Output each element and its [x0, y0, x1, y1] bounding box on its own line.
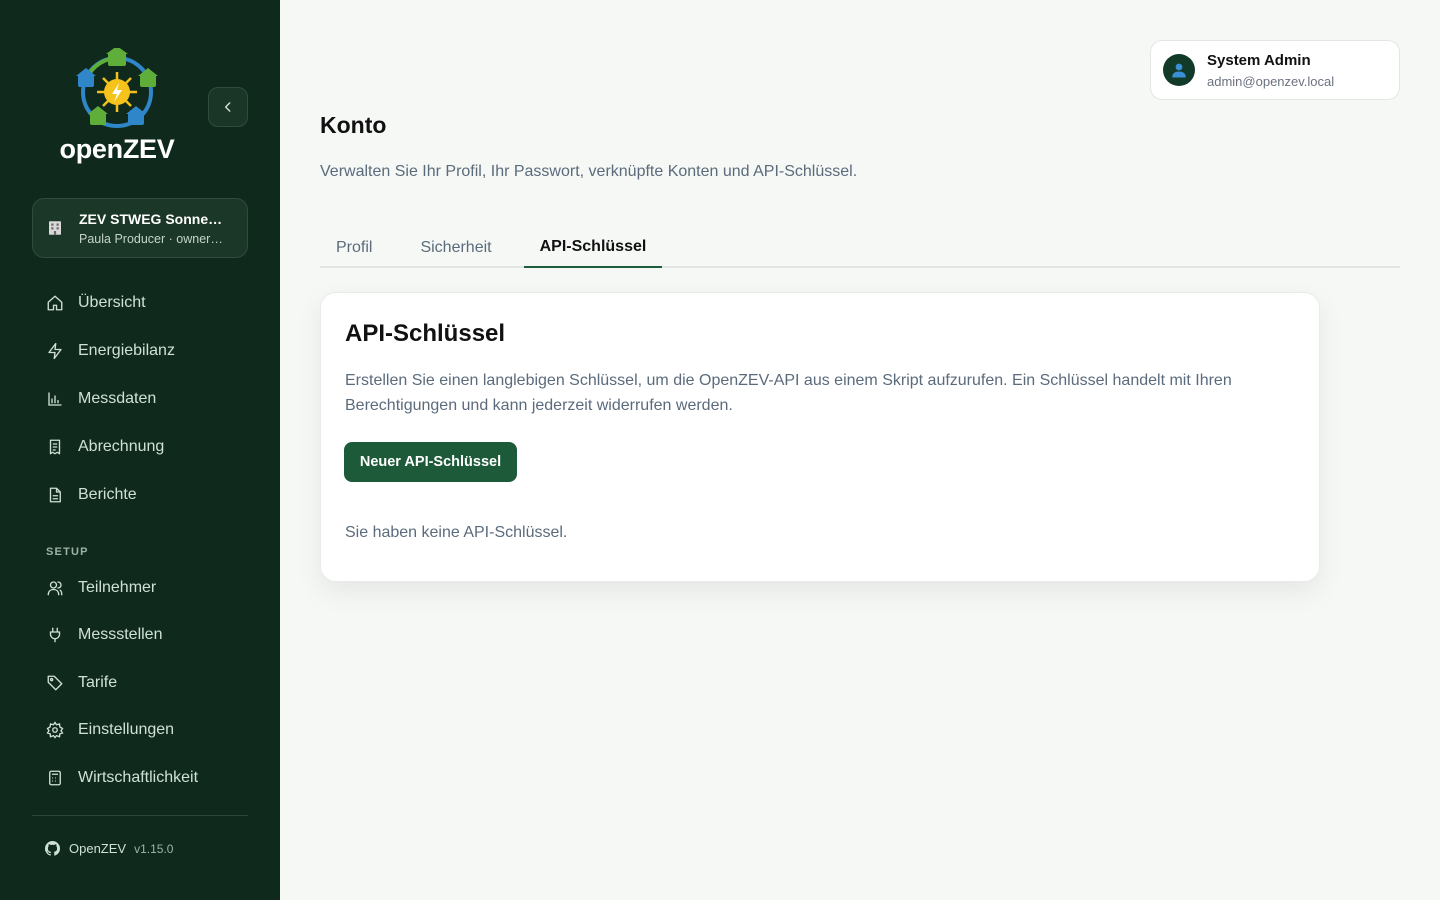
nav-section-setup: SETUP — [46, 546, 89, 558]
version-link[interactable]: OpenZEV v1.15.0 — [44, 840, 173, 857]
nav-item-label: Abrechnung — [78, 438, 165, 455]
sidebar-divider — [32, 815, 248, 816]
app-name: OpenZEV — [69, 841, 127, 856]
avatar — [1163, 54, 1195, 86]
settings-icon — [46, 721, 64, 739]
nav-item-teilnehmer[interactable]: Teilnehmer — [32, 564, 248, 612]
nav-item-abrechnung[interactable]: Abrechnung — [32, 423, 248, 471]
user-menu[interactable]: System Admin admin@openzev.local — [1150, 40, 1400, 100]
sun-houses-logo-icon — [76, 46, 158, 128]
tag-icon — [47, 675, 63, 691]
plug-icon — [49, 627, 61, 643]
account-tabs: Profil Sicherheit API-Schlüssel — [320, 228, 1400, 268]
bar-chart-icon — [48, 392, 62, 406]
organization-subtitle: Paula Producer · owner… — [79, 231, 223, 246]
nav-item-label: Energiebilanz — [78, 342, 175, 359]
user-email: admin@openzev.local — [1207, 73, 1335, 89]
collapse-sidebar-button[interactable] — [208, 87, 248, 127]
nav-item-einstellungen[interactable]: Einstellungen — [32, 707, 248, 755]
nav-item-tarife[interactable]: Tarife — [32, 659, 248, 707]
nav-item-label: Einstellungen — [78, 721, 175, 739]
user-avatar-icon — [1172, 63, 1186, 78]
app-version: v1.15.0 — [134, 841, 174, 856]
user-name: System Admin — [1207, 51, 1311, 69]
receipt-icon — [49, 439, 61, 455]
building-icon — [45, 218, 65, 238]
lightning-icon — [48, 342, 62, 360]
nav-item-label: Teilnehmer — [78, 578, 157, 596]
nav-item-berichte[interactable]: Berichte — [32, 471, 248, 519]
nav-item-label: Wirtschaftlichkeit — [78, 768, 199, 786]
nav-item-uebersicht[interactable]: Übersicht — [32, 279, 248, 327]
brand-name: openZEV — [59, 134, 175, 164]
tab-profil[interactable]: Profil — [320, 228, 388, 268]
nav-item-messdaten[interactable]: Messdaten — [32, 375, 248, 423]
home-icon — [47, 295, 63, 311]
api-keys-card: API-Schlüssel Erstellen Sie einen langle… — [320, 292, 1320, 582]
sidebar: openZEV ZEV STWEG Sonne… Paula Producer … — [0, 0, 280, 900]
brand-logo[interactable]: openZEV — [52, 46, 182, 168]
api-keys-description: Erstellen Sie einen langlebigen Schlüsse… — [345, 372, 1232, 414]
setup-navigation: Teilnehmer Messstellen Tarife Einstellun… — [32, 564, 248, 800]
nav-item-energiebilanz[interactable]: Energiebilanz — [32, 327, 248, 375]
tab-sicherheit[interactable]: Sicherheit — [404, 228, 507, 268]
nav-item-wirtschaftlichkeit[interactable]: Wirtschaftlichkeit — [32, 754, 248, 800]
organization-name: ZEV STWEG Sonne… — [79, 210, 223, 227]
new-api-key-button[interactable]: Neuer API-Schlüssel — [344, 442, 517, 482]
document-icon — [49, 487, 61, 503]
api-keys-empty-state: Sie haben keine API-Schlüssel. — [345, 524, 568, 541]
nav-item-label: Messdaten — [78, 390, 157, 407]
page-title: Konto — [320, 112, 387, 138]
nav-item-label: Tarife — [78, 673, 118, 691]
api-keys-title: API-Schlüssel — [345, 320, 506, 347]
page-description: Verwalten Sie Ihr Profil, Ihr Passwort, … — [320, 163, 858, 180]
chevron-left-icon — [224, 102, 231, 112]
nav-item-label: Berichte — [78, 486, 137, 503]
main-navigation: Übersicht Energiebilanz Messdaten Abrech… — [32, 279, 248, 519]
tab-api-schluessel[interactable]: API-Schlüssel — [523, 228, 663, 268]
user-icon — [47, 581, 63, 596]
calculator-icon — [49, 770, 61, 786]
nav-item-messstellen[interactable]: Messstellen — [32, 612, 248, 660]
github-icon — [44, 841, 61, 856]
nav-item-label: Übersicht — [78, 294, 146, 311]
organization-switcher[interactable]: ZEV STWEG Sonne… Paula Producer · owner… — [32, 198, 248, 258]
nav-item-label: Messstellen — [78, 626, 163, 644]
